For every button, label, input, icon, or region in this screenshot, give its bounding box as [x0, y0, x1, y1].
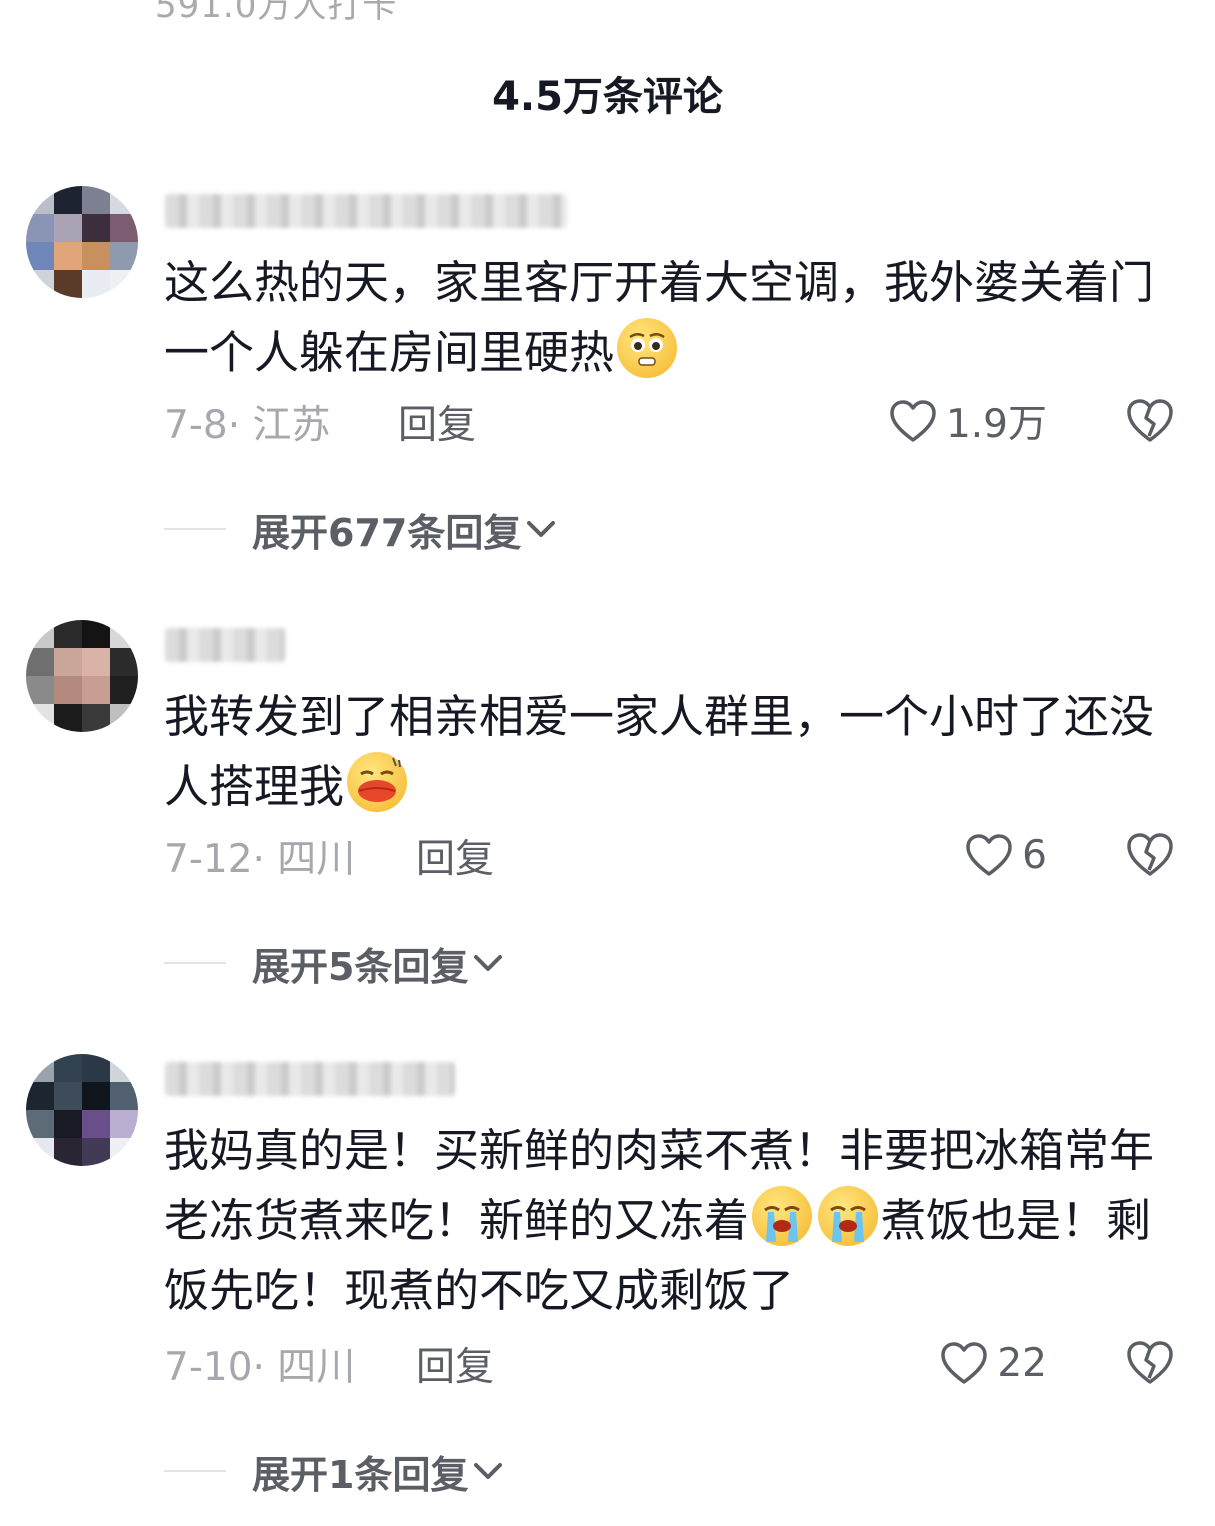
divider-line: [164, 528, 226, 530]
comment-text: 我转发到了相亲相爱一家人群里，一个小时了还没人搭理我: [164, 682, 1184, 822]
expand-replies-button[interactable]: 展开5条回复: [164, 938, 504, 989]
expand-replies-label: 展开1条回复: [252, 1452, 469, 1497]
like-button[interactable]: 1.9万: [888, 396, 1047, 447]
like-count: 6: [1022, 832, 1047, 878]
dislike-button[interactable]: [1124, 830, 1176, 878]
crying-lips-emoji: [347, 752, 408, 812]
loudly-crying-emoji: [818, 1186, 879, 1246]
avatar[interactable]: [26, 620, 138, 732]
reply-button[interactable]: 回复: [398, 394, 476, 450]
heart-outline-icon: [966, 834, 1012, 876]
heart-outline-icon: [890, 400, 936, 442]
expand-replies-label: 展开677条回复: [252, 510, 522, 555]
reply-button[interactable]: 回复: [416, 828, 494, 884]
comment-text: 我妈真的是！买新鲜的肉菜不煮！非要把冰箱常年老冻货煮来吃！新鲜的又冻着 煮饭也是！…: [164, 1116, 1184, 1326]
broken-heart-icon: [1127, 1341, 1173, 1384]
expand-replies-button[interactable]: 展开677条回复: [164, 504, 557, 555]
like-button[interactable]: 22: [939, 1338, 1047, 1388]
broken-heart-icon: [1127, 399, 1173, 442]
comment-item: 这么热的天，家里客厅开着大空调，我外婆关着门一个人躲在房间里硬热 7-8· 江苏…: [0, 186, 1215, 606]
chevron-down-icon: [474, 1463, 503, 1479]
comment-text: 这么热的天，家里客厅开着大空调，我外婆关着门一个人躲在房间里硬热: [164, 248, 1184, 388]
loudly-crying-emoji: [752, 1186, 813, 1246]
chevron-down-icon: [527, 521, 556, 537]
avatar[interactable]: [26, 186, 138, 298]
date-location: 7-12· 四川: [164, 837, 356, 882]
like-button[interactable]: 6: [964, 830, 1047, 880]
reply-button[interactable]: 回复: [416, 1336, 494, 1392]
like-count: 1.9万: [945, 402, 1047, 447]
dislike-button[interactable]: [1124, 396, 1176, 444]
comment-text-part: 我转发到了相亲相爱一家人群里，一个小时了还没人搭理我: [164, 690, 1155, 813]
pleading-face-emoji: [617, 318, 678, 378]
comments-count-title: 4.5万条评论: [492, 74, 723, 120]
dislike-button[interactable]: [1124, 1338, 1176, 1386]
top-partial-text: 591.0万人打卡: [155, 0, 398, 26]
expand-replies-label: 展开5条回复: [252, 944, 469, 989]
comment-item: 我妈真的是！买新鲜的肉菜不煮！非要把冰箱常年老冻货煮来吃！新鲜的又冻着 煮饭也是！…: [0, 1054, 1215, 1497]
divider-line: [164, 962, 226, 964]
like-count: 22: [997, 1340, 1047, 1386]
expand-replies-button[interactable]: 展开1条回复: [164, 1446, 504, 1497]
divider-line: [164, 1470, 226, 1472]
chevron-down-icon: [474, 955, 503, 971]
username-blurred[interactable]: [165, 194, 567, 228]
heart-outline-icon: [941, 1342, 988, 1384]
username-blurred[interactable]: [165, 1062, 455, 1096]
date-location: 7-8· 江苏: [164, 403, 331, 448]
date-location: 7-10· 四川: [164, 1345, 356, 1390]
broken-heart-icon: [1127, 833, 1173, 876]
username-blurred[interactable]: [165, 628, 285, 662]
comment-item: 我转发到了相亲相爱一家人群里，一个小时了还没人搭理我 7-12· 四川 回复 6…: [0, 620, 1215, 1040]
avatar[interactable]: [26, 1054, 138, 1166]
